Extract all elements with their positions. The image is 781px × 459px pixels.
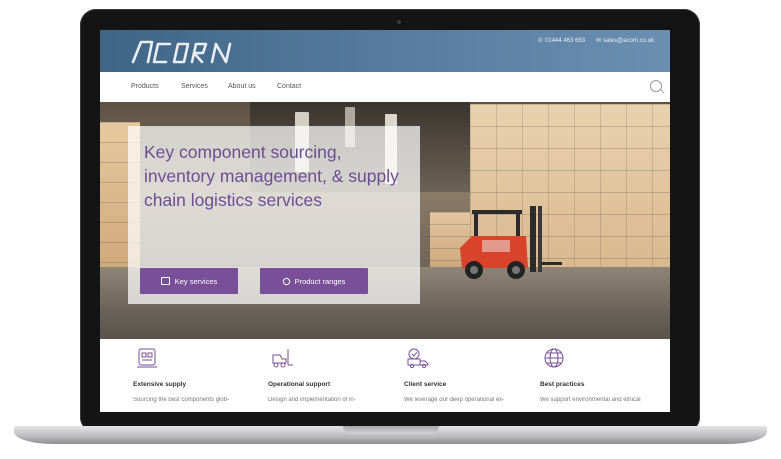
- feature-title: Extensive supply: [133, 381, 187, 388]
- hero-title: Key component sourcing, inventory manage…: [144, 142, 399, 210]
- nav-item-products[interactable]: Products: [131, 83, 159, 90]
- nav-item-about-us[interactable]: About us: [228, 83, 256, 90]
- key-services-button[interactable]: Key services: [140, 268, 238, 294]
- camera-icon: [397, 20, 401, 24]
- phone-contact[interactable]: ✆ 01444 463 663: [538, 37, 586, 45]
- feature-desc: Design and implementation of in-: [268, 397, 356, 403]
- phone-icon: ✆: [538, 38, 544, 44]
- feature-title: Client service: [404, 381, 447, 388]
- main-nav: Products Services About us Contact: [100, 72, 670, 103]
- grid-icon: [160, 277, 170, 285]
- forklift-icon: [272, 349, 293, 368]
- truck-icon: [407, 348, 429, 369]
- nav-item-contact[interactable]: Contact: [277, 83, 301, 90]
- feature-title: Best practices: [540, 381, 585, 388]
- feature-desc: Sourcing the best components glob-: [133, 397, 230, 403]
- email-address: sales@acorn.co.uk: [603, 37, 655, 44]
- hero-panel: Key component sourcing, inventory manage…: [128, 126, 420, 304]
- product-ranges-label: Product ranges: [294, 276, 346, 286]
- product-ranges-button[interactable]: Product ranges: [260, 268, 368, 294]
- supply-icon: [137, 348, 157, 368]
- cube-icon: [281, 276, 292, 286]
- feature-desc: We support environmental and ethical: [540, 397, 641, 403]
- features-section: Extensive supply Sourcing the best compo…: [100, 339, 670, 412]
- nav-item-services[interactable]: Services: [181, 83, 208, 90]
- email-contact[interactable]: ✉ sales@acorn.co.uk: [596, 37, 655, 45]
- site-logo[interactable]: [130, 36, 234, 66]
- feature-desc: We leverage our deep operational ex-: [404, 397, 505, 403]
- laptop-notch: [343, 426, 439, 434]
- search-icon[interactable]: [650, 80, 662, 92]
- feature-title: Operational support: [268, 381, 331, 388]
- forklift-image: [460, 206, 562, 279]
- hero-banner: Key component sourcing, inventory manage…: [100, 102, 670, 339]
- phone-number: 01444 463 663: [545, 37, 586, 44]
- globe-icon: [544, 348, 564, 368]
- top-bar: ✆ 01444 463 663 ✉ sales@acorn.co.uk: [100, 30, 670, 72]
- mail-icon: ✉: [596, 38, 602, 44]
- laptop-screen: ✆ 01444 463 663 ✉ sales@acorn.co.uk Prod…: [100, 30, 670, 412]
- key-services-label: Key services: [174, 276, 218, 286]
